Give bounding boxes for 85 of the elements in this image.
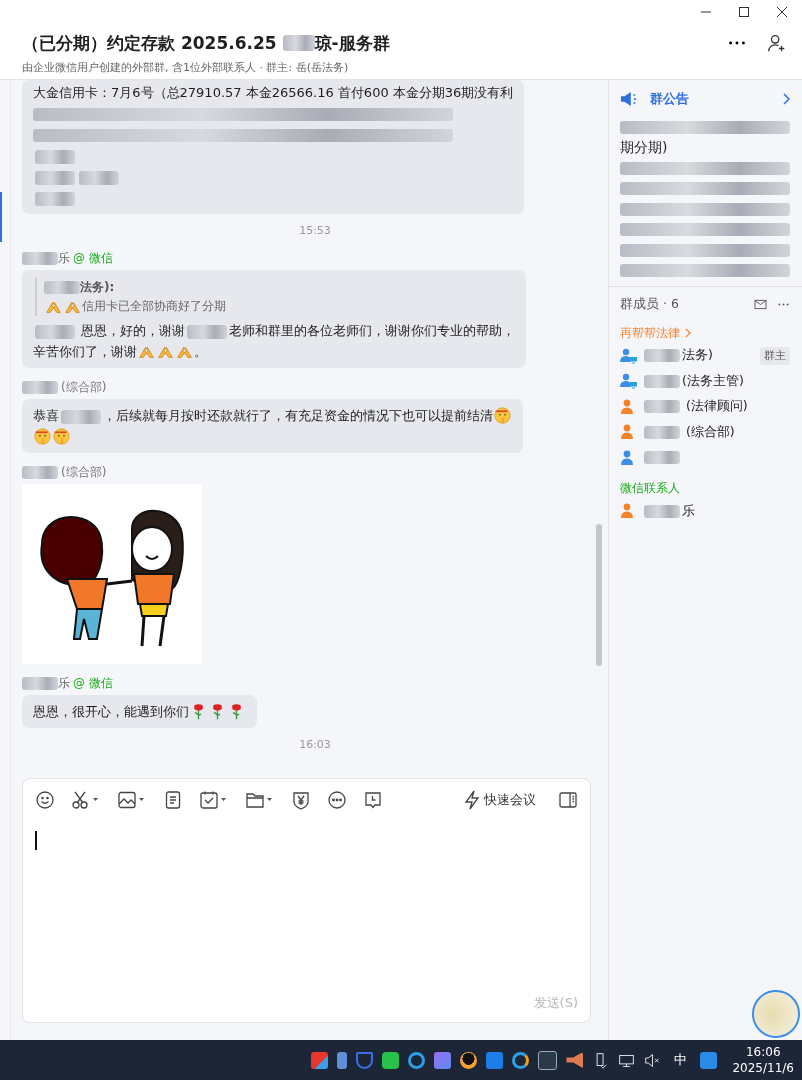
redacted-text (282, 35, 315, 51)
sender-name: 乐 (58, 249, 70, 267)
chat-title: 琼-服务群 (314, 31, 390, 55)
redacted-text (35, 149, 75, 164)
message-text: 。 (194, 344, 207, 359)
chevron-right-icon[interactable] (782, 93, 790, 105)
text-cursor (35, 831, 37, 850)
photo-placeholder[interactable] (752, 990, 800, 1038)
shushing-face-icon (494, 407, 511, 424)
redacted-text (35, 191, 75, 206)
image-icon[interactable] (117, 790, 147, 810)
announcement-title[interactable]: 群公告 (650, 90, 689, 108)
shushing-face-icon (53, 428, 70, 445)
message-text: 恭喜 (33, 408, 59, 423)
sender-tag: @ 微信 (73, 674, 113, 692)
redacted-text (22, 251, 58, 265)
member-name: (法律顾问) (684, 398, 748, 416)
folder-icon[interactable] (245, 790, 275, 810)
sender-name: 乐 (58, 674, 70, 692)
maximize-icon[interactable] (738, 6, 750, 18)
sender-tag: @ 微信 (73, 249, 113, 267)
app-logo-icon[interactable] (700, 1051, 718, 1069)
lightning-icon (464, 790, 480, 810)
member-name: (法务主管) (682, 372, 744, 390)
redacted-text (35, 324, 75, 339)
close-icon[interactable] (776, 6, 788, 18)
redacted-text (644, 400, 680, 414)
members-count: 群成员 · 6 (620, 295, 679, 313)
redacted-text (22, 465, 58, 479)
redacted-text (44, 281, 80, 294)
message-input-box[interactable]: 快速会议 发送(S) (22, 778, 591, 1023)
muted-speaker-icon[interactable] (644, 1051, 662, 1069)
owner-badge: 群主 (760, 346, 790, 365)
redacted-text (644, 349, 680, 363)
sender-tag: (综合部) (61, 463, 107, 481)
message-text: 恩恩，好的，谢谢 (80, 323, 186, 338)
shield-icon[interactable] (356, 1051, 374, 1069)
redacted-text (22, 380, 58, 394)
more-icon[interactable] (327, 790, 347, 810)
message-text: 老师和群里的各位老师们，谢谢你们专业的帮助， (229, 323, 516, 338)
person-computer-icon (620, 347, 638, 364)
document-icon[interactable] (163, 790, 183, 810)
message-text: 恩恩，很开心，能遇到你们 (33, 704, 189, 719)
message-text: 辛苦你们了，谢谢 (33, 344, 137, 359)
sender-tag: (综合部) (61, 378, 107, 396)
redacted-text (644, 374, 680, 388)
redacted-text (644, 451, 680, 465)
redacted-text (644, 504, 680, 518)
chat-subtitle: 由企业微信用户创建的外部群, 含1位外部联系人 · 群主: 岳(岳法务) (22, 60, 350, 75)
scissors-icon[interactable] (71, 790, 101, 810)
message-time: 15:53 (298, 224, 332, 237)
app-logo-icon[interactable] (311, 1051, 329, 1069)
person-computer-icon (620, 373, 638, 390)
group-heading: 再帮帮法律 (620, 324, 680, 342)
taskbar-clock[interactable]: 16:06 2025/11/6 (732, 1044, 794, 1076)
redacted-text (187, 324, 228, 339)
redacted-text (22, 676, 58, 690)
shushing-face-icon (34, 428, 51, 445)
member-name: 法务) (682, 347, 713, 365)
chat-title: （已分期）约定存款 2025.6.25 (22, 31, 278, 55)
group-heading: 微信联系人 (620, 480, 680, 497)
redacted-text (644, 425, 680, 439)
quote-author: 法务): (80, 279, 115, 296)
clock-message-icon[interactable] (363, 790, 383, 810)
member-name: 乐 (682, 502, 695, 520)
input-method-indicator[interactable]: 中 (674, 1051, 688, 1069)
redacted-text (79, 170, 119, 185)
member-name: (综合部) (684, 423, 735, 441)
slash-square-icon[interactable] (434, 1051, 452, 1069)
message-text: 大金信用卡：7月6号（总27910.57 本金26566.16 首付600 本金分期36期没有利 (33, 85, 514, 100)
redacted-text (35, 170, 75, 185)
emoji-icon[interactable] (35, 790, 55, 810)
mail-icon[interactable] (754, 298, 767, 310)
side-panel-icon[interactable] (558, 790, 578, 810)
sticker-drawing[interactable] (22, 484, 202, 664)
quoted-message: 信用卡已全部协商好了分期 (82, 298, 226, 315)
announcement-text: 期分期) (620, 138, 668, 155)
task-check-icon[interactable] (199, 790, 229, 810)
message-text: ，后续就每月按时还款就行了，有充足资金的情况下也可以提前结清 (103, 408, 493, 423)
redacted-text (61, 409, 101, 424)
quick-meeting-button[interactable]: 快速会议 (464, 790, 536, 810)
yuan-shield-icon[interactable] (291, 790, 311, 810)
megaphone-icon (620, 91, 638, 107)
message-time: 16:03 (298, 738, 332, 751)
scrollbar[interactable] (596, 524, 602, 666)
